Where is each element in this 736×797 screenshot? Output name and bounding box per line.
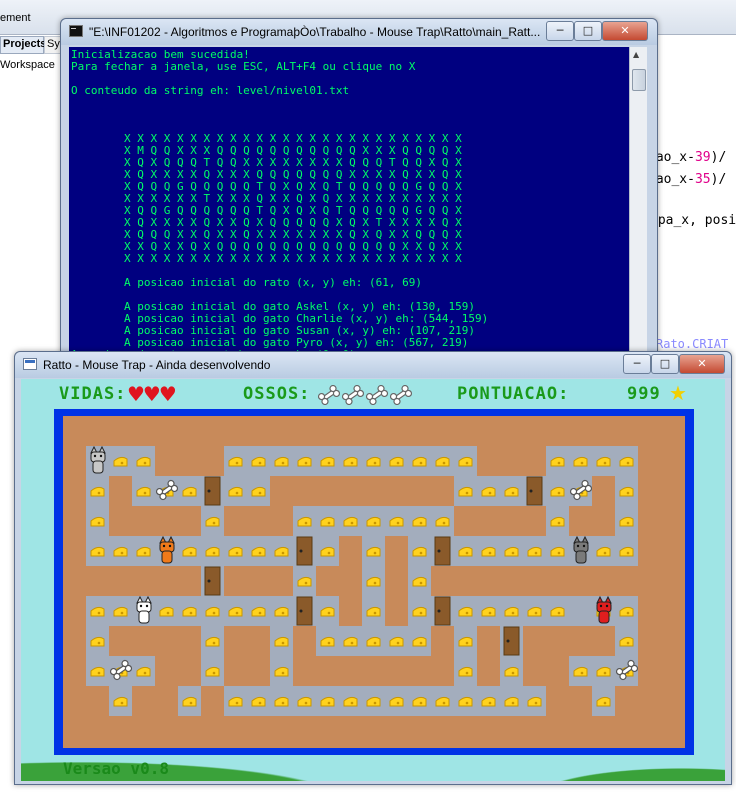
code-line: cao_x-35)/ [648, 172, 726, 187]
bones-label-text: OSSOS: [243, 384, 311, 404]
close-button[interactable]: ✕ [679, 354, 725, 374]
score-value: 999 [627, 384, 661, 404]
door-knob-icon [207, 489, 211, 493]
code-line: cao_x-39)/ [648, 150, 726, 165]
maze-path-tile [569, 596, 592, 626]
score-label: PONTUACAO: [457, 384, 570, 404]
maze-svg [54, 409, 694, 755]
door-knob-icon [506, 639, 510, 643]
ide-tab-projects[interactable]: Projects [0, 36, 46, 54]
ide-workspace-item[interactable]: Workspace [0, 59, 55, 71]
maximize-button[interactable]: □ [574, 21, 602, 41]
bones-label: OSSOS: [243, 384, 310, 404]
console-icon [69, 25, 83, 37]
heart-icon: ♥♥♥ [127, 382, 177, 406]
door-knob-icon [529, 489, 533, 493]
code-line: Rato.CRIAT [656, 337, 729, 351]
game-window[interactable]: Ratto - Mouse Trap - Ainda desenvolvendo… [14, 351, 732, 785]
scrollbar-thumb[interactable] [632, 69, 646, 91]
console-line: X X X X X X X X X X X X X X X X X X X X … [71, 252, 462, 265]
star-icon: ★ [669, 381, 687, 405]
scroll-up-icon[interactable]: ▲ [633, 50, 639, 59]
door-knob-icon [207, 579, 211, 583]
console-output[interactable]: Inicializacao bem sucedida! Para fechar a… [69, 47, 629, 352]
console-line: O conteudo da string eh: level/nivel01.t… [71, 84, 350, 97]
door-icon [526, 476, 543, 506]
door-icon [434, 536, 451, 566]
code-number: 39 [694, 150, 711, 165]
minimize-button[interactable]: ─ [546, 21, 574, 41]
door-knob-icon [299, 549, 303, 553]
door-icon [434, 596, 451, 626]
console-titlebar[interactable]: "E:\INF01202 - Algoritmos e ProgramaþÒo\… [61, 19, 657, 45]
console-window[interactable]: "E:\INF01202 - Algoritmos e ProgramaþÒo\… [60, 18, 658, 355]
game-titlebar[interactable]: Ratto - Mouse Trap - Ainda desenvolvendo… [15, 352, 731, 378]
minimize-button[interactable]: ─ [623, 354, 651, 374]
game-icon [23, 358, 37, 370]
code-text: )/ [710, 172, 727, 187]
game-title: Ratto - Mouse Trap - Ainda desenvolvendo [43, 358, 271, 372]
ide-tab-element[interactable]: ement [0, 12, 31, 24]
code-text: )/ [710, 150, 727, 165]
bone-icon [317, 384, 413, 406]
door-icon [204, 476, 221, 506]
console-line: Para fechar a janela, use ESC, ALT+F4 ou… [71, 60, 416, 73]
console-line: A posicao inicial do rato (x, y) eh: (61… [71, 276, 422, 289]
door-icon [503, 626, 520, 656]
door-knob-icon [437, 549, 441, 553]
game-canvas[interactable]: VIDAS: ♥♥♥ OSSOS: PONTUACAO: 999 ★ Versa… [21, 379, 725, 781]
close-button[interactable]: ✕ [602, 21, 648, 41]
door-icon [204, 566, 221, 596]
console-scrollbar[interactable]: ▲ [629, 47, 647, 352]
version-label: Versao v0.8 [63, 759, 169, 778]
door-knob-icon [299, 609, 303, 613]
code-line: apa_x, posic [650, 213, 736, 228]
console-title: "E:\INF01202 - Algoritmos e ProgramaþÒo\… [89, 25, 541, 39]
door-icon [296, 596, 313, 626]
door-icon [296, 536, 313, 566]
code-number: 35 [694, 172, 711, 187]
maximize-button[interactable]: □ [651, 354, 679, 374]
bone-icons [317, 384, 417, 409]
lives-label: VIDAS: [59, 384, 127, 404]
door-knob-icon [437, 609, 441, 613]
